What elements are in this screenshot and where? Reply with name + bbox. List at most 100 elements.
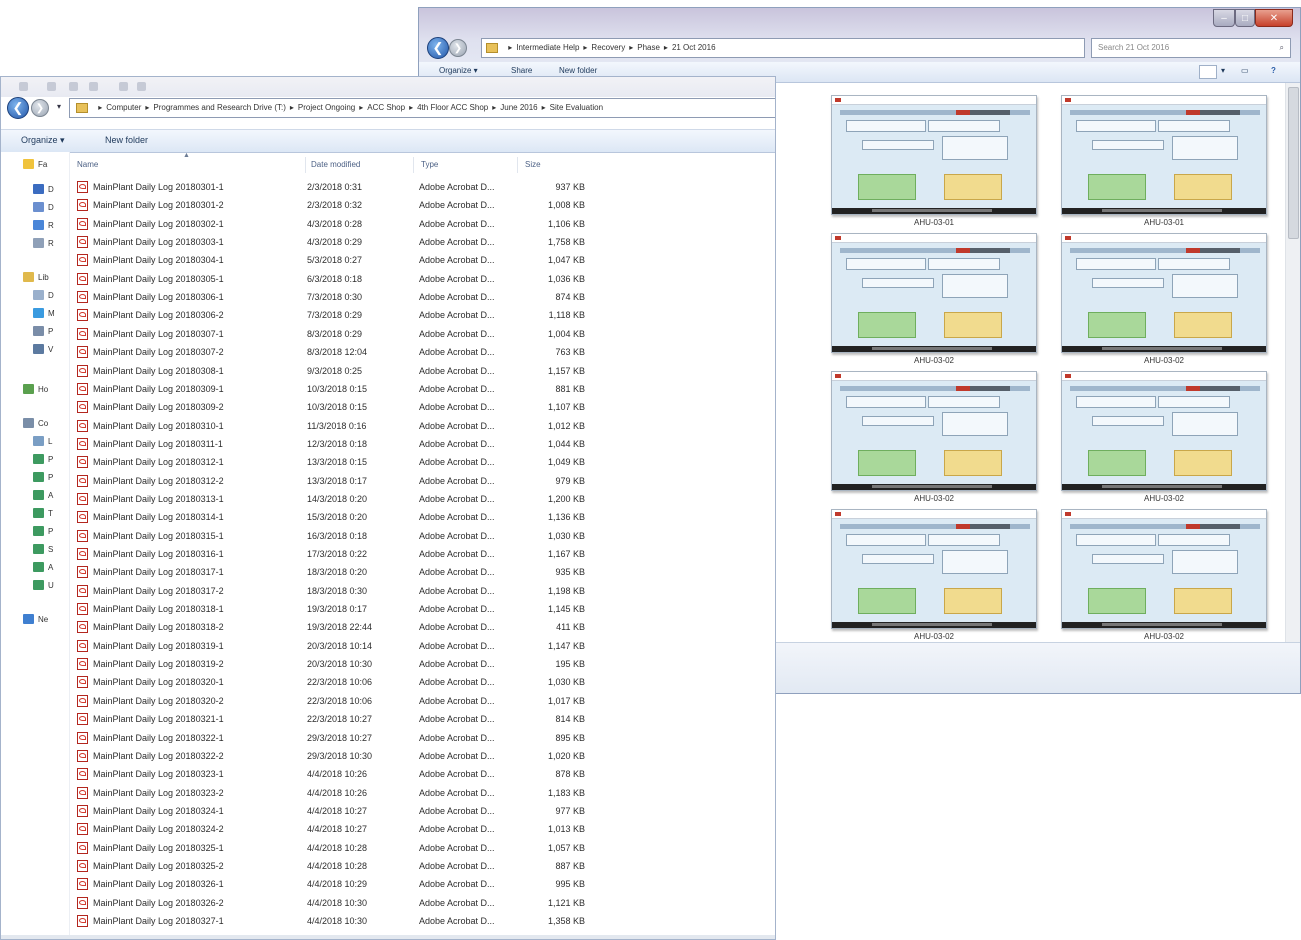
chevron-right-icon[interactable]: ▸ (98, 103, 102, 112)
breadcrumb-item[interactable]: ACC Shop (367, 103, 405, 112)
table-row[interactable]: MainPlant Daily Log 20180307-2 8/3/2018 1… (71, 344, 771, 362)
table-row[interactable]: MainPlant Daily Log 20180311-1 12/3/2018 … (71, 436, 771, 454)
table-row[interactable]: MainPlant Daily Log 20180326-2 4/4/2018 1… (71, 895, 771, 913)
chevron-right-icon[interactable]: ▸ (542, 103, 546, 112)
table-row[interactable]: MainPlant Daily Log 20180319-1 20/3/2018 … (71, 638, 771, 656)
search-input[interactable]: Search 21 Oct 2016 ⌕ (1091, 38, 1291, 58)
chevron-right-icon[interactable]: ▸ (508, 43, 512, 52)
table-row[interactable]: MainPlant Daily Log 20180326-1 4/4/2018 1… (71, 876, 771, 894)
table-row[interactable]: MainPlant Daily Log 20180322-2 29/3/2018 … (71, 748, 771, 766)
column-header-date[interactable]: Date modified (311, 160, 360, 169)
table-row[interactable]: MainPlant Daily Log 20180325-1 4/4/2018 1… (71, 840, 771, 858)
table-row[interactable]: MainPlant Daily Log 20180310-1 11/3/2018 … (71, 418, 771, 436)
table-row[interactable]: MainPlant Daily Log 20180308-1 9/3/2018 0… (71, 363, 771, 381)
nav-item[interactable]: R (33, 236, 54, 250)
table-row[interactable]: MainPlant Daily Log 20180323-1 4/4/2018 1… (71, 766, 771, 784)
view-icon[interactable] (1199, 65, 1217, 79)
nav-item[interactable]: Ne (23, 612, 48, 626)
breadcrumb-item[interactable]: Site Evaluation (550, 103, 603, 112)
breadcrumb-item[interactable]: Project Ongoing (298, 103, 355, 112)
chevron-right-icon[interactable]: ▸ (290, 103, 294, 112)
table-row[interactable]: MainPlant Daily Log 20180314-1 15/3/2018 … (71, 509, 771, 527)
table-row[interactable]: MainPlant Daily Log 20180304-1 5/3/2018 0… (71, 252, 771, 270)
table-row[interactable]: MainPlant Daily Log 20180317-1 18/3/2018 … (71, 564, 771, 582)
table-row[interactable]: MainPlant Daily Log 20180327-1 4/4/2018 1… (71, 913, 771, 931)
table-row[interactable]: MainPlant Daily Log 20180317-2 18/3/2018 … (71, 583, 771, 601)
column-divider[interactable] (305, 157, 306, 173)
back-button[interactable]: ❮ (427, 37, 449, 59)
scroll-thumb[interactable] (1288, 87, 1299, 239)
maximize-button[interactable]: □ (1235, 9, 1255, 27)
breadcrumb-item[interactable]: 21 Oct 2016 (672, 43, 716, 52)
nav-item[interactable]: Lib (23, 270, 49, 284)
column-header-size[interactable]: Size (525, 160, 541, 169)
organize-menu[interactable]: Organize ▾ (21, 135, 65, 146)
thumbnail-item[interactable]: AHU-03-02 (1061, 371, 1271, 506)
nav-item[interactable]: P (33, 470, 53, 484)
horizontal-scrollbar[interactable] (1, 935, 775, 939)
column-divider[interactable] (413, 157, 414, 173)
nav-item[interactable]: P (33, 452, 53, 466)
breadcrumb-item[interactable]: Intermediate Help (516, 43, 579, 52)
chevron-right-icon[interactable]: ▸ (629, 43, 633, 52)
address-bar[interactable]: ▸ Intermediate Help ▸ Recovery ▸ Phase ▸ 21 Oct… (481, 38, 1085, 58)
nav-item[interactable]: P (33, 324, 53, 338)
table-row[interactable]: MainPlant Daily Log 20180324-1 4/4/2018 1… (71, 803, 771, 821)
table-row[interactable]: MainPlant Daily Log 20180315-1 16/3/2018 … (71, 528, 771, 546)
nav-item[interactable]: D (33, 200, 54, 214)
undo-icon[interactable] (69, 82, 78, 91)
nav-item[interactable]: A (33, 560, 53, 574)
table-row[interactable]: MainPlant Daily Log 20180324-2 4/4/2018 1… (71, 821, 771, 839)
help-icon[interactable]: ? (1271, 66, 1276, 75)
forward-button[interactable]: ❯ (449, 39, 467, 57)
nav-item[interactable]: D (33, 288, 54, 302)
nav-item[interactable]: M (33, 306, 55, 320)
new-folder-button[interactable]: New folder (105, 135, 148, 145)
thumbnail-item[interactable]: AHU-03-01 (831, 95, 1041, 230)
chevron-down-icon[interactable]: ▾ (1221, 66, 1225, 75)
nav-item[interactable]: T (33, 506, 53, 520)
nav-item[interactable]: S (33, 542, 53, 556)
redo-icon[interactable] (89, 82, 98, 91)
table-row[interactable]: MainPlant Daily Log 20180320-1 22/3/2018 … (71, 674, 771, 692)
chevron-right-icon[interactable]: ▸ (664, 43, 668, 52)
table-row[interactable]: MainPlant Daily Log 20180325-2 4/4/2018 1… (71, 858, 771, 876)
table-row[interactable]: MainPlant Daily Log 20180312-1 13/3/2018 … (71, 454, 771, 472)
table-row[interactable]: MainPlant Daily Log 20180307-1 8/3/2018 0… (71, 326, 771, 344)
thumbnail-item[interactable]: AHU-03-02 (831, 371, 1041, 506)
table-row[interactable]: MainPlant Daily Log 20180320-2 22/3/2018 … (71, 693, 771, 711)
table-row[interactable]: MainPlant Daily Log 20180312-2 13/3/2018 … (71, 473, 771, 491)
nav-item[interactable]: P (33, 524, 53, 538)
close-button[interactable]: ✕ (1255, 9, 1293, 27)
breadcrumb-item[interactable]: Phase (637, 43, 660, 52)
thumbnail-item[interactable]: AHU-03-02 (831, 233, 1041, 368)
chevron-right-icon[interactable]: ▸ (583, 43, 587, 52)
nav-item[interactable]: U (33, 578, 54, 592)
properties-icon[interactable] (119, 82, 128, 91)
thumbnail-item[interactable]: AHU-03-01 (1061, 95, 1271, 230)
table-row[interactable]: MainPlant Daily Log 20180322-1 29/3/2018 … (71, 730, 771, 748)
breadcrumb-item[interactable]: Computer (106, 103, 141, 112)
table-row[interactable]: MainPlant Daily Log 20180302-1 4/3/2018 0… (71, 216, 771, 234)
column-divider[interactable] (517, 157, 518, 173)
nav-item[interactable]: R (33, 218, 54, 232)
nav-item[interactable]: L (33, 434, 52, 448)
table-row[interactable]: MainPlant Daily Log 20180321-1 22/3/2018 … (71, 711, 771, 729)
column-header-type[interactable]: Type (421, 160, 438, 169)
table-row[interactable]: MainPlant Daily Log 20180309-1 10/3/2018 … (71, 381, 771, 399)
minimize-button[interactable]: – (1213, 9, 1235, 27)
back-button[interactable]: ❮ (7, 97, 29, 119)
table-row[interactable]: MainPlant Daily Log 20180303-1 4/3/2018 0… (71, 234, 771, 252)
chevron-right-icon[interactable]: ▸ (409, 103, 413, 112)
table-row[interactable]: MainPlant Daily Log 20180319-2 20/3/2018 … (71, 656, 771, 674)
nav-item[interactable]: V (33, 342, 53, 356)
thumbnail-item[interactable]: AHU-03-02 (831, 509, 1041, 644)
table-row[interactable]: MainPlant Daily Log 20180301-2 2/3/2018 0… (71, 197, 771, 215)
table-row[interactable]: MainPlant Daily Log 20180301-1 2/3/2018 0… (71, 179, 771, 197)
table-row[interactable]: MainPlant Daily Log 20180305-1 6/3/2018 0… (71, 271, 771, 289)
nav-item[interactable]: Fa (23, 157, 47, 171)
chevron-right-icon[interactable]: ▸ (145, 103, 149, 112)
new-folder-button[interactable]: New folder (559, 66, 597, 75)
breadcrumb-item[interactable]: Recovery (591, 43, 625, 52)
share-menu[interactable]: Share (511, 66, 532, 75)
